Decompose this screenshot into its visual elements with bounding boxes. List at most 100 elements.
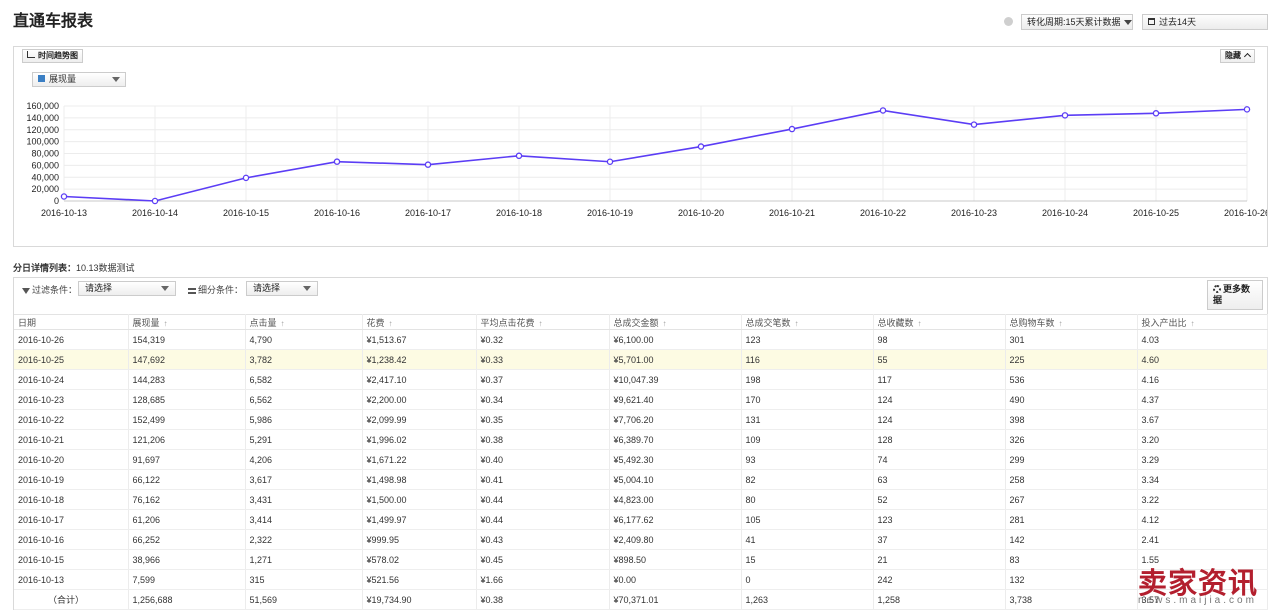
total-cell: 51,569 — [245, 589, 363, 610]
data-point — [424, 161, 432, 168]
table-cell: 15 — [741, 549, 874, 570]
sort-icon[interactable]: ↑ — [1191, 319, 1195, 328]
table-row[interactable]: 2016-10-26 154,319 4,790 ¥1,513.67 ¥0.32 ¥6,1… — [14, 329, 1268, 350]
table-cell: 2016-10-25 — [14, 349, 129, 370]
filter-condition-select[interactable]: 请选择 — [78, 281, 176, 296]
table-cell: ¥1,671.22 — [362, 449, 477, 470]
sort-icon[interactable]: ↑ — [539, 319, 543, 328]
watermark: 卖家资讯 news.maijia.com — [1128, 560, 1280, 610]
table-row[interactable]: 2016-10-24 144,283 6,582 ¥2,417.10 ¥0.37 ¥10,… — [14, 369, 1268, 390]
table-cell: 4,206 — [245, 449, 363, 470]
table-cell: 2016-10-15 — [14, 549, 129, 570]
metric-color-swatch — [38, 75, 45, 83]
column-header[interactable]: 投入产出比 ↑ — [1137, 314, 1268, 330]
table-cell: 4.03 — [1137, 329, 1268, 350]
table-cell: 2016-10-16 — [14, 529, 129, 550]
total-cell: ¥70,371.01 — [609, 589, 742, 610]
column-header[interactable]: 总购物车数 ↑ — [1005, 314, 1138, 330]
column-header[interactable]: 总成交金额 ↑ — [609, 314, 742, 330]
sort-icon[interactable]: ↑ — [1059, 319, 1063, 328]
table-cell: 536 — [1005, 369, 1138, 390]
x-tick-label: 2016-10-23 — [951, 208, 997, 218]
table-row[interactable]: 2016-10-22 152,499 5,986 ¥2,099.99 ¥0.35 ¥7,7… — [14, 409, 1268, 430]
sort-icon[interactable]: ↑ — [389, 319, 393, 328]
column-header[interactable]: 点击量 ↑ — [245, 314, 363, 330]
calendar-icon — [1148, 18, 1155, 26]
table-cell: 41 — [741, 529, 874, 550]
trend-chart-panel: 时间趋势图 隐藏 展现量 0 20,000 40,000 60,000 80,000 10… — [13, 46, 1268, 247]
data-point — [515, 152, 523, 160]
table-row[interactable]: 2016-10-20 91,697 4,206 ¥1,671.22 ¥0.40 ¥5,49… — [14, 449, 1268, 470]
sort-icon[interactable]: ↑ — [663, 319, 667, 328]
table-row[interactable]: 2016-10-15 38,966 1,271 ¥578.02 ¥0.45 ¥898.50… — [14, 549, 1268, 570]
hide-chart-button[interactable]: 隐藏 — [1220, 49, 1255, 63]
table-cell: 66,122 — [128, 469, 246, 490]
detail-section-label: 分日详情列表： — [13, 263, 77, 273]
table-cell: 258 — [1005, 469, 1138, 490]
table-row[interactable]: 2016-10-19 66,122 3,617 ¥1,498.98 ¥0.41 ¥5,00… — [14, 469, 1268, 490]
table-cell: 3.29 — [1137, 449, 1268, 470]
sort-icon[interactable]: ↑ — [795, 319, 799, 328]
table-row[interactable]: 2016-10-18 76,162 3,431 ¥1,500.00 ¥0.44 ¥4,82… — [14, 489, 1268, 510]
table-cell: 4.37 — [1137, 389, 1268, 410]
x-tick-label: 2016-10-19 — [587, 208, 633, 218]
metric-select[interactable]: 展现量 — [32, 72, 126, 87]
tab-time-trend[interactable]: 时间趋势图 — [22, 49, 83, 63]
table-cell: 398 — [1005, 409, 1138, 430]
table-cell: 1,271 — [245, 549, 363, 570]
column-header[interactable]: 日期 — [14, 314, 129, 330]
y-tick-label: 120,000 — [26, 125, 59, 135]
table-cell: 2.41 — [1137, 529, 1268, 550]
table-cell: 170 — [741, 389, 874, 410]
total-cell: 1,258 — [873, 589, 1006, 610]
table-cell: 76,162 — [128, 489, 246, 510]
table-row[interactable]: 2016-10-17 61,206 3,414 ¥1,499.97 ¥0.44 ¥6,17… — [14, 509, 1268, 530]
table-cell: ¥6,100.00 — [609, 329, 742, 350]
table-cell: 490 — [1005, 389, 1138, 410]
table-cell: ¥2,099.99 — [362, 409, 477, 430]
line-chart-icon — [27, 51, 35, 59]
sort-icon[interactable]: ↑ — [281, 319, 285, 328]
table-cell: 105 — [741, 509, 874, 530]
column-header[interactable]: 展现量 ↑ — [128, 314, 246, 330]
column-header[interactable]: 总成交笔数 ↑ — [741, 314, 874, 330]
table-cell: 4.16 — [1137, 369, 1268, 390]
table-cell: ¥1,513.67 — [362, 329, 477, 350]
x-tick-label: 2016-10-20 — [678, 208, 724, 218]
table-cell: ¥0.35 — [476, 409, 610, 430]
table-cell: ¥999.95 — [362, 529, 477, 550]
column-header[interactable]: 花费 ↑ — [362, 314, 477, 330]
column-header-label: 总成交金额 — [613, 317, 659, 328]
table-cell: ¥1,498.98 — [362, 469, 477, 490]
table-cell: 2016-10-18 — [14, 489, 129, 510]
column-header-label: 平均点击花费 — [480, 317, 535, 328]
series-line — [63, 108, 1248, 202]
table-row[interactable]: 2016-10-21 121,206 5,291 ¥1,996.02 ¥0.38 ¥6,3… — [14, 429, 1268, 450]
table-cell: 3.67 — [1137, 409, 1268, 430]
filter-condition-value: 请选择 — [85, 283, 113, 293]
data-point — [151, 197, 159, 205]
table-row[interactable]: 2016-10-13 7,599 315 ¥521.56 ¥1.66 ¥0.00 0 242 1… — [14, 569, 1268, 590]
more-data-button[interactable]: 更多数据 — [1207, 280, 1263, 310]
column-header[interactable]: 总收藏数 ↑ — [873, 314, 1006, 330]
table-cell: 2016-10-23 — [14, 389, 129, 410]
data-point — [788, 125, 796, 133]
column-header[interactable]: 平均点击花费 ↑ — [476, 314, 610, 330]
table-row[interactable]: 2016-10-25 147,692 3,782 ¥1,238.42 ¥0.33 ¥5,7… — [14, 349, 1268, 370]
conversion-period-dropdown[interactable]: 转化周期:15天累计数据 — [1021, 14, 1133, 30]
table-cell: 301 — [1005, 329, 1138, 350]
table-row[interactable]: 2016-10-23 128,685 6,562 ¥2,200.00 ¥0.34 ¥9,6… — [14, 389, 1268, 410]
table-row[interactable]: 2016-10-16 66,252 2,322 ¥999.95 ¥0.43 ¥2,409.… — [14, 529, 1268, 550]
column-header-label: 展现量 — [132, 317, 160, 328]
segment-condition-select[interactable]: 请选择 — [246, 281, 318, 296]
sort-icon[interactable]: ↑ — [164, 319, 168, 328]
table-cell: ¥2,200.00 — [362, 389, 477, 410]
data-point — [242, 174, 250, 182]
column-header-label: 总收藏数 — [877, 317, 914, 328]
table-cell: 2016-10-22 — [14, 409, 129, 430]
table-cell: 132 — [1005, 569, 1138, 590]
date-range-picker[interactable]: 过去14天 — [1142, 14, 1268, 30]
table-cell: 299 — [1005, 449, 1138, 470]
table-cell: ¥1,238.42 — [362, 349, 477, 370]
sort-icon[interactable]: ↑ — [918, 319, 922, 328]
